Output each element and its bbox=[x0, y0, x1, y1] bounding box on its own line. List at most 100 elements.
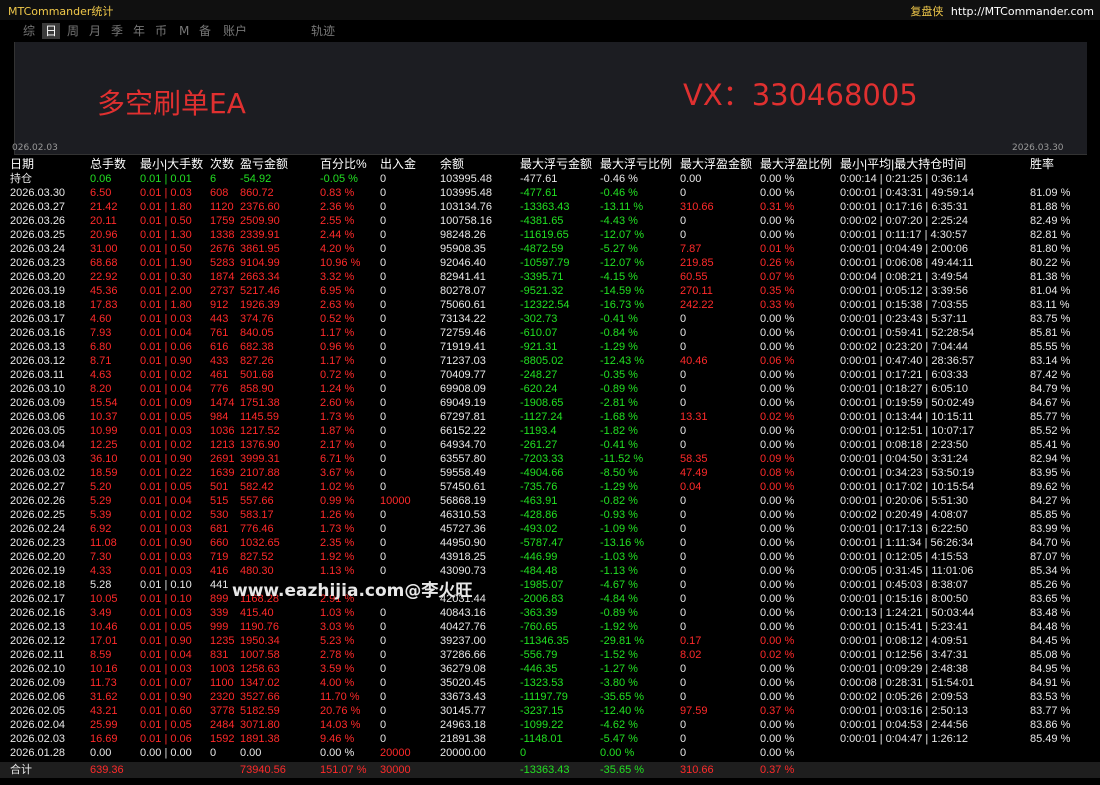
table-row[interactable]: 2026.03.30 6.50 0.01 | 0.03 608 860.72 0.83 %… bbox=[0, 186, 1100, 200]
cell-col-11: 0.08 % bbox=[760, 467, 795, 479]
cell-col-9: -13.11 % bbox=[600, 201, 644, 213]
cell-col-7: 98248.26 bbox=[440, 229, 486, 241]
tab-3[interactable]: 月 bbox=[86, 23, 104, 39]
cell-col-7: 36279.08 bbox=[440, 663, 486, 675]
table-row[interactable]: 2026.03.06 10.37 0.01 | 0.05 984 1145.59 1.73… bbox=[0, 410, 1100, 424]
table-row[interactable]: 2026.02.11 8.59 0.01 | 0.04 831 1007.58 2.78 … bbox=[0, 648, 1100, 662]
table-row[interactable]: 2026.02.25 5.39 0.01 | 0.02 530 583.17 1.26 %… bbox=[0, 508, 1100, 522]
table-row[interactable]: 2026.03.04 12.25 0.01 | 0.02 1213 1376.90 2.1… bbox=[0, 438, 1100, 452]
cell-col-10: 0 bbox=[680, 579, 687, 591]
table-row[interactable]: 2026.02.13 10.46 0.01 | 0.05 999 1190.76 3.03… bbox=[0, 620, 1100, 634]
overlay-title-text: 多空刷单EA bbox=[97, 87, 246, 120]
cell-col-13: 81.80 % bbox=[1030, 243, 1071, 255]
table-row[interactable]: 2026.03.12 8.71 0.01 | 0.90 433 827.26 1.17 %… bbox=[0, 354, 1100, 368]
cell-col-7: 57450.61 bbox=[440, 481, 486, 493]
table-row[interactable]: 2026.02.24 6.92 0.01 | 0.03 681 776.46 1.73 %… bbox=[0, 522, 1100, 536]
cell-col-10: 0 bbox=[680, 593, 687, 605]
cell-col-8: -556.79 bbox=[520, 649, 558, 661]
cell-col-4: 5217.46 bbox=[240, 285, 280, 297]
cell-col-3: 443 bbox=[210, 313, 229, 325]
table-row[interactable]: 2026.03.05 10.99 0.01 | 0.03 1036 1217.52 1.8… bbox=[0, 424, 1100, 438]
tab-5[interactable]: 年 bbox=[130, 23, 148, 39]
table-row[interactable]: 2026.03.13 6.80 0.01 | 0.06 616 682.38 0.96 %… bbox=[0, 340, 1100, 354]
cell-col-3: 660 bbox=[210, 537, 229, 549]
cell-col-5: 0.96 % bbox=[320, 341, 355, 353]
cell-col-13: 83.53 % bbox=[1030, 691, 1071, 703]
table-row[interactable]: 2026.02.26 5.29 0.01 | 0.04 515 557.66 0.99 %… bbox=[0, 494, 1100, 508]
cell-col-1: 10.37 bbox=[90, 411, 118, 423]
table-row[interactable]: 2026.03.17 4.60 0.01 | 0.03 443 374.76 0.52 %… bbox=[0, 312, 1100, 326]
cell-col-7: 63557.80 bbox=[440, 453, 486, 465]
cell-col-5: 20.76 % bbox=[320, 705, 361, 717]
cell-col-8: -11197.79 bbox=[520, 691, 568, 703]
table-row[interactable]: 2026.02.05 43.21 0.01 | 0.60 3778 5182.59 20.… bbox=[0, 704, 1100, 718]
table-row[interactable]: 2026.03.27 21.42 0.01 | 1.80 1120 2376.60 2.3… bbox=[0, 200, 1100, 214]
tab-6[interactable]: 币 bbox=[152, 23, 170, 39]
table-row[interactable]: 2026.02.10 10.16 0.01 | 0.03 1003 1258.63 3.5… bbox=[0, 662, 1100, 676]
table-row[interactable]: 2026.03.24 31.00 0.01 | 0.50 2676 3861.95 4.2… bbox=[0, 242, 1100, 256]
cell-col-8: -261.27 bbox=[520, 439, 558, 451]
cell-col-1: 5.20 bbox=[90, 481, 112, 493]
table-row[interactable]: 2026.03.11 4.63 0.01 | 0.02 461 501.68 0.72 %… bbox=[0, 368, 1100, 382]
tab-0[interactable]: 综 bbox=[20, 23, 38, 39]
cell-col-2: 0.01 | 0.03 bbox=[140, 187, 192, 199]
cell-col-13: 84.67 % bbox=[1030, 397, 1071, 409]
holding-row[interactable]: 持仓 0.06 0.01 | 0.01 6 -54.92 -0.05 % 0 103995.4… bbox=[0, 172, 1100, 186]
table-row[interactable]: 2026.03.10 8.20 0.01 | 0.04 776 858.90 1.24 %… bbox=[0, 382, 1100, 396]
table-row[interactable]: 2026.03.26 20.11 0.01 | 0.50 1759 2509.90 2.5… bbox=[0, 214, 1100, 228]
table-row[interactable]: 2026.02.20 7.30 0.01 | 0.03 719 827.52 1.92 %… bbox=[0, 550, 1100, 564]
cell-col-0: 2026.03.30 bbox=[10, 187, 66, 199]
cell-col-4: 501.68 bbox=[240, 369, 274, 381]
table-row[interactable]: 2026.03.02 18.59 0.01 | 0.22 1639 2107.88 3.6… bbox=[0, 466, 1100, 480]
cell-col-1: 8.71 bbox=[90, 355, 112, 367]
cell-col-12: 0:00:01 | 0:05:12 | 3:39:56 bbox=[840, 285, 969, 297]
table-row[interactable]: 2026.02.17 10.05 0.01 | 0.10 899 1168.28 2.91… bbox=[0, 592, 1100, 606]
cell-col-6: 0 bbox=[380, 691, 387, 703]
table-row[interactable]: 2026.02.27 5.20 0.01 | 0.05 501 582.42 1.02 %… bbox=[0, 480, 1100, 494]
cell-col-5: 1.26 % bbox=[320, 509, 355, 521]
cell-col-2: 0.01 | 0.04 bbox=[140, 495, 192, 507]
table-row[interactable]: 2026.02.03 16.69 0.01 | 0.06 1592 1891.38 9.4… bbox=[0, 732, 1100, 746]
brand-url-link[interactable]: http://MTCommander.com bbox=[951, 5, 1094, 18]
cell-col-5: 0.72 % bbox=[320, 369, 355, 381]
cell-col-11: 0.00 % bbox=[760, 509, 795, 521]
cell-col-11: 0.07 % bbox=[760, 271, 795, 283]
cell-col-7: 82941.41 bbox=[440, 271, 486, 283]
table-row[interactable]: 2026.02.23 11.08 0.01 | 0.90 660 1032.65 2.35… bbox=[0, 536, 1100, 550]
cell-col-9: -1.68 % bbox=[600, 411, 638, 423]
cell-col-4: 盈亏金额 bbox=[240, 157, 289, 171]
tab-4[interactable]: 季 bbox=[108, 23, 126, 39]
table-row[interactable]: 2026.02.06 31.62 0.01 | 0.90 2320 3527.66 11.… bbox=[0, 690, 1100, 704]
brand[interactable]: 复盘侠 http://MTCommander.com bbox=[910, 3, 1094, 19]
table-row[interactable]: 2026.03.16 7.93 0.01 | 0.04 761 840.05 1.17 %… bbox=[0, 326, 1100, 340]
cell-col-0: 2026.02.04 bbox=[10, 719, 66, 731]
table-row[interactable]: 2026.03.09 15.54 0.01 | 0.09 1474 1751.38 2.6… bbox=[0, 396, 1100, 410]
table-row[interactable]: 2026.02.04 25.99 0.01 | 0.05 2484 3071.80 14.… bbox=[0, 718, 1100, 732]
table-row[interactable]: 2026.03.25 20.96 0.01 | 1.30 1338 2339.91 2.4… bbox=[0, 228, 1100, 242]
cell-col-4: 840.05 bbox=[240, 327, 274, 339]
cell-col-9: -1.52 % bbox=[600, 649, 638, 661]
table-row[interactable]: 2026.03.19 45.36 0.01 | 2.00 2737 5217.46 6.9… bbox=[0, 284, 1100, 298]
table-row[interactable]: 2026.03.20 22.92 0.01 | 0.30 1874 2663.34 3.3… bbox=[0, 270, 1100, 284]
cell-col-2: 0.01 | 0.50 bbox=[140, 215, 192, 227]
table-row[interactable]: 2026.02.12 17.01 0.01 | 0.90 1235 1950.34 5.2… bbox=[0, 634, 1100, 648]
tab-9[interactable]: 账户 bbox=[220, 23, 250, 39]
tab-8[interactable]: 备 bbox=[196, 23, 214, 39]
table-row[interactable]: 2026.02.16 3.49 0.01 | 0.03 339 415.40 1.03 %… bbox=[0, 606, 1100, 620]
table-row[interactable]: 2026.02.19 4.33 0.01 | 0.03 416 480.30 1.13 %… bbox=[0, 564, 1100, 578]
table-row[interactable]: 2026.01.28 0.00 0.00 | 0.00 0 0.00 0.00 % 2000… bbox=[0, 746, 1100, 760]
cell-col-9: -12.07 % bbox=[600, 257, 645, 269]
cell-col-12: 0:00:01 | 0:06:08 | 49:44:11 bbox=[840, 257, 974, 269]
cell-col-5: 1.92 % bbox=[320, 551, 355, 563]
table-row[interactable]: 2026.02.18 5.28 0.01 | 0.10 441 -1985.07 -4.6… bbox=[0, 578, 1100, 592]
tab-7[interactable]: M bbox=[176, 23, 192, 39]
table-row[interactable]: 2026.02.09 11.73 0.01 | 0.07 1100 1347.02 4.0… bbox=[0, 676, 1100, 690]
tab-10[interactable]: 轨迹 bbox=[308, 23, 338, 39]
tab-1[interactable]: 日 bbox=[42, 23, 61, 39]
table-row[interactable]: 2026.03.03 36.10 0.01 | 0.90 2691 3999.31 6.7… bbox=[0, 452, 1100, 466]
table-row[interactable]: 2026.03.23 68.68 0.01 | 1.90 5283 9104.99 10.… bbox=[0, 256, 1100, 270]
cell-col-6: 0 bbox=[380, 635, 387, 647]
table-row[interactable]: 2026.03.18 17.83 0.01 | 1.80 912 1926.39 2.63… bbox=[0, 298, 1100, 312]
tab-2[interactable]: 周 bbox=[64, 23, 82, 39]
cell-col-7: 71919.41 bbox=[440, 341, 486, 353]
